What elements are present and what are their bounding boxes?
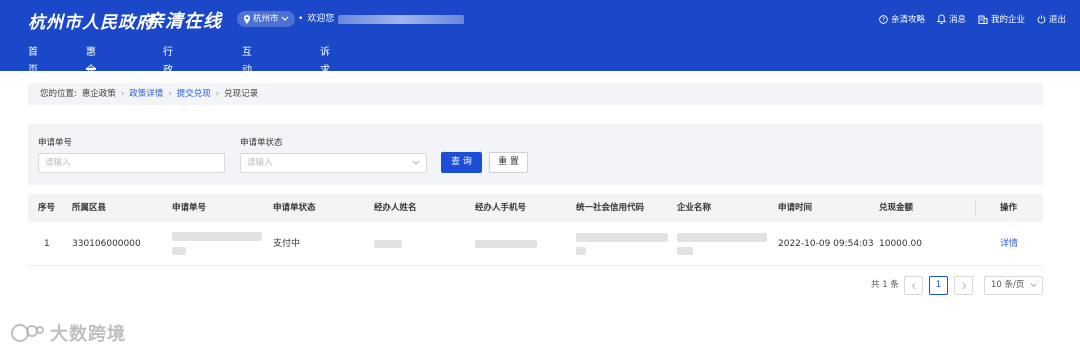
power-icon — [1037, 15, 1046, 24]
welcome-text: 欢迎您 — [307, 14, 335, 24]
breadcrumb-prefix: 您的位置: — [40, 89, 77, 99]
top-header: 杭州市人民政府 亲清在线 杭州市 • 欢迎您 ? 亲清攻略 消息 我的企业 退出… — [0, 0, 1080, 112]
dot-icon: • — [298, 14, 304, 24]
page-size-label: 10 条/页 — [991, 280, 1025, 290]
col-apply-no: 申请单号 — [172, 203, 207, 213]
prev-page-button[interactable] — [904, 276, 923, 295]
nav-interaction[interactable]: 互动交流 — [242, 44, 252, 112]
status-label: 申请单状态 — [240, 138, 283, 148]
nav-home[interactable]: 首页 — [28, 44, 38, 76]
logout-label: 退出 — [1048, 15, 1066, 25]
cell-credit-code-redacted-2 — [576, 247, 586, 255]
guide-label: 亲清攻略 — [890, 15, 925, 25]
col-amount: 兑现金额 — [879, 203, 914, 213]
city-name: 杭州市 — [253, 14, 279, 24]
cell-credit-code-redacted — [576, 233, 668, 242]
welcome-area: • 欢迎您 — [298, 12, 465, 26]
logout-link[interactable]: 退出 — [1037, 13, 1066, 25]
location-pin-icon — [243, 14, 251, 24]
filter-panel: 申请单号 请输入 申请单状态 请输入 查 询 重 置 — [28, 124, 1043, 185]
cell-district: 330106000000 — [72, 239, 141, 249]
cell-status: 支付中 — [273, 239, 301, 249]
chevron-right-icon: › — [120, 89, 125, 99]
detail-link[interactable]: 详情 — [1000, 222, 1018, 266]
breadcrumb-item-submit[interactable]: 提交兑现 — [177, 83, 211, 105]
column-divider — [975, 201, 976, 215]
table-header: 序号 所属区县 申请单号 申请单状态 经办人姓名 经办人手机号 统一社会信用代码… — [28, 194, 1043, 222]
cell-company-redacted — [677, 233, 767, 242]
reset-button[interactable]: 重 置 — [489, 152, 528, 173]
guide-link[interactable]: ? 亲清攻略 — [879, 13, 925, 25]
messages-link[interactable]: 消息 — [937, 13, 966, 25]
breadcrumb-item-records: 兑现记录 — [224, 89, 259, 99]
chevron-left-icon — [911, 282, 916, 290]
bell-icon — [937, 14, 946, 24]
breadcrumb: 您的位置: 惠企政策 › 政策详情 › 提交兑现 › 兑现记录 — [28, 83, 1043, 105]
chevron-down-icon — [1030, 283, 1037, 287]
chevron-down-icon — [412, 160, 420, 165]
platform-logo[interactable]: 亲清在线 — [146, 7, 222, 33]
question-circle-icon: ? — [879, 14, 888, 24]
messages-label: 消息 — [948, 15, 966, 25]
cell-handler-phone-redacted — [475, 240, 537, 248]
breadcrumb-item-policies[interactable]: 惠企政策 — [82, 83, 116, 105]
page-size-select[interactable]: 10 条/页 — [984, 276, 1043, 295]
col-apply-time: 申请时间 — [778, 203, 813, 213]
chevron-right-icon: › — [215, 89, 220, 99]
query-button[interactable]: 查 询 — [441, 152, 482, 173]
cell-handler-name-redacted — [374, 240, 402, 248]
cell-amount: 10000.00 — [879, 239, 922, 249]
col-handler-phone: 经办人手机号 — [475, 203, 527, 213]
cell-apply-time: 2022-10-09 09:54:03 — [778, 239, 874, 249]
building-icon — [978, 15, 988, 24]
table-row: 1 330106000000 支付中 2022-10-09 09:54:03 1… — [28, 222, 1043, 266]
page-number-current[interactable]: 1 — [929, 276, 948, 295]
status-placeholder: 请输入 — [247, 158, 273, 168]
watermark-logo-icon — [11, 324, 44, 342]
col-index: 序号 — [38, 203, 56, 213]
col-company-name: 企业名称 — [677, 203, 712, 213]
nav-appeals[interactable]: 诉求直达 — [320, 44, 330, 112]
gov-logo[interactable]: 杭州市人民政府 — [28, 8, 154, 33]
col-credit-code: 统一社会信用代码 — [576, 203, 645, 213]
status-select[interactable]: 请输入 — [240, 153, 427, 173]
chevron-right-icon — [961, 282, 966, 290]
my-company-label: 我的企业 — [990, 15, 1025, 25]
col-status: 申请单状态 — [273, 203, 316, 213]
apply-no-label: 申请单号 — [38, 138, 73, 148]
chevron-right-icon: › — [168, 89, 172, 99]
breadcrumb-item-policy-detail[interactable]: 政策详情 — [129, 83, 163, 105]
watermark-text: 大数跨境 — [50, 324, 126, 345]
svg-text:?: ? — [882, 17, 885, 23]
col-action: 操作 — [1000, 203, 1018, 213]
cell-company-redacted-2 — [677, 247, 693, 255]
watermark: 大数跨境 — [10, 320, 126, 346]
header-links: ? 亲清攻略 消息 我的企业 退出 — [879, 13, 1066, 25]
cell-apply-no-redacted — [172, 232, 262, 241]
next-page-button[interactable] — [954, 276, 973, 295]
apply-no-input[interactable]: 请输入 — [38, 153, 225, 173]
city-selector[interactable]: 杭州市 — [237, 11, 295, 27]
cell-index: 1 — [44, 239, 50, 249]
pagination-total: 共 1 条 — [871, 280, 899, 290]
my-company-link[interactable]: 我的企业 — [978, 13, 1025, 25]
nav-policies[interactable]: 惠企政策 — [86, 44, 96, 112]
col-district: 所属区县 — [72, 203, 107, 213]
cell-apply-no-redacted-2 — [172, 247, 186, 255]
user-name-redacted — [338, 14, 465, 24]
chevron-down-icon — [281, 16, 288, 21]
nav-permits[interactable]: 行政许可 — [163, 44, 173, 112]
col-handler-name: 经办人姓名 — [374, 203, 417, 213]
